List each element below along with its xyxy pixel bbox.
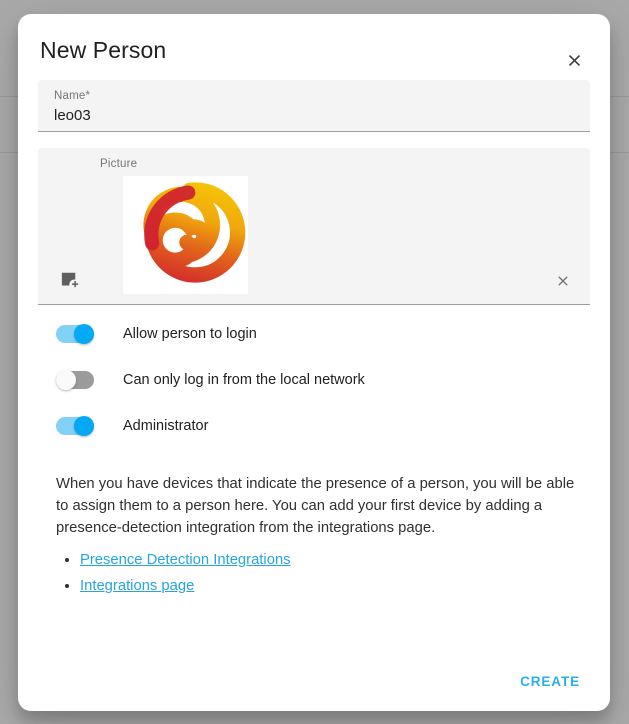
toggle-row-local-network-only[interactable]: Can only log in from the local network <box>38 361 590 398</box>
add-photo-icon[interactable] <box>57 266 83 292</box>
toggle-allow-login[interactable] <box>56 323 94 344</box>
toggle-label-allow-login: Allow person to login <box>123 325 257 342</box>
picture-field-label: Picture <box>100 158 138 170</box>
toggle-thumb <box>74 323 94 344</box>
list-item: Presence Detection Integrations <box>80 549 590 571</box>
toggle-administrator[interactable] <box>56 415 94 436</box>
new-person-dialog: New Person Name* leo03 Picture Allow per… <box>18 14 610 711</box>
name-field-label: Name* <box>54 90 91 102</box>
page-title: New Person <box>40 37 167 63</box>
description-text: When you have devices that indicate the … <box>56 476 575 536</box>
picture-field: Picture <box>38 148 590 305</box>
name-input[interactable]: leo03 <box>54 105 574 127</box>
toggle-label-local-network-only: Can only log in from the local network <box>123 371 365 388</box>
dialog-footer: CREATE <box>18 651 610 711</box>
toggle-local-network-only[interactable] <box>56 369 94 390</box>
help-links: Presence Detection Integrations Integrat… <box>38 549 590 597</box>
list-item: Integrations page <box>80 575 590 597</box>
toggle-thumb <box>74 415 94 436</box>
close-icon[interactable] <box>560 46 588 74</box>
toggle-row-administrator[interactable]: Administrator <box>38 407 590 444</box>
link-presence-detection-integrations[interactable]: Presence Detection Integrations <box>80 552 291 568</box>
toggle-thumb <box>56 369 76 390</box>
dialog-body: Name* leo03 Picture Allow person to logi… <box>18 80 610 597</box>
toggle-row-allow-login[interactable]: Allow person to login <box>38 315 590 352</box>
create-button[interactable]: CREATE <box>512 665 588 698</box>
link-integrations-page[interactable]: Integrations page <box>80 578 194 594</box>
clear-icon[interactable] <box>550 268 576 294</box>
picture-preview <box>123 176 248 294</box>
dialog-header: New Person <box>18 14 610 80</box>
name-field[interactable]: Name* leo03 <box>38 80 590 132</box>
toggle-label-administrator: Administrator <box>123 417 209 434</box>
